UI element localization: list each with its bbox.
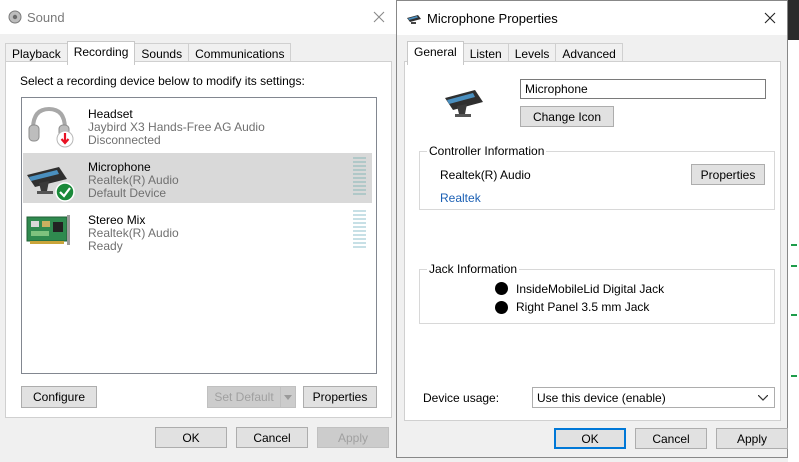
device-name: Headset <box>88 107 133 121</box>
level-meter <box>353 157 366 197</box>
level-meter <box>353 210 366 250</box>
apply-button[interactable]: Apply <box>317 427 389 448</box>
properties-button[interactable]: Properties <box>303 386 377 408</box>
microphone-large-icon <box>445 90 483 117</box>
cancel-button[interactable]: Cancel <box>236 427 308 448</box>
props-tabs: General Listen Levels Advanced <box>407 41 623 65</box>
jack-color-dot <box>495 301 508 314</box>
change-icon-button[interactable]: Change Icon <box>520 106 614 127</box>
tab-recording[interactable]: Recording <box>66 41 136 65</box>
tab-general[interactable]: General <box>407 41 464 65</box>
close-icon <box>373 11 385 23</box>
ok-button[interactable]: OK <box>155 427 227 448</box>
microphone-icon <box>407 15 421 24</box>
recording-device-list[interactable]: Headset Jaybird X3 Hands-Free AG Audio D… <box>21 97 377 374</box>
microphone-icon <box>27 167 75 202</box>
sound-titlebar: Sound <box>0 0 396 34</box>
chevron-down-icon <box>758 395 768 401</box>
device-driver: Realtek(R) Audio <box>88 173 179 187</box>
props-ok-button[interactable]: OK <box>554 428 626 449</box>
device-stereo-mix[interactable]: Stereo Mix Realtek(R) Audio Ready <box>23 206 372 256</box>
sound-window: Sound Playback Recording Sounds Communic… <box>0 0 396 462</box>
device-headset[interactable]: Headset Jaybird X3 Hands-Free AG Audio D… <box>23 100 372 150</box>
device-name-input[interactable]: Microphone <box>520 79 766 99</box>
jack-color-dot <box>495 282 508 295</box>
device-driver: Realtek(R) Audio <box>88 226 179 240</box>
chevron-down-icon <box>284 394 292 400</box>
controller-information-title: Controller Information <box>427 144 547 158</box>
speaker-icon <box>8 10 22 24</box>
props-apply-button[interactable]: Apply <box>716 428 788 449</box>
microphone-properties-window: Microphone Properties General Listen Lev… <box>396 0 788 458</box>
device-name: Stereo Mix <box>88 213 146 227</box>
recording-panel: Select a recording device below to modif… <box>5 61 392 418</box>
jack-item: InsideMobileLid Digital Jack <box>516 282 665 296</box>
controller-properties-button[interactable]: Properties <box>691 164 765 185</box>
controller-information-group: Controller Information Realtek(R) Audio … <box>419 144 775 210</box>
sound-close-button[interactable] <box>362 0 396 34</box>
sound-card-icon <box>26 215 70 245</box>
sound-window-title: Sound <box>27 10 65 25</box>
props-cancel-button[interactable]: Cancel <box>635 428 707 449</box>
props-close-button[interactable] <box>753 1 787 35</box>
jack-information-title: Jack Information <box>427 262 520 276</box>
set-default-dropdown[interactable] <box>280 386 296 408</box>
close-icon <box>764 12 776 24</box>
device-status: Ready <box>88 239 123 253</box>
set-default-button[interactable]: Set Default <box>207 386 281 408</box>
jack-item: Right Panel 3.5 mm Jack <box>516 300 650 314</box>
headset-icon <box>28 106 74 148</box>
device-microphone[interactable]: Microphone Realtek(R) Audio Default Devi… <box>23 153 372 203</box>
device-driver: Jaybird X3 Hands-Free AG Audio <box>88 120 265 134</box>
realtek-link[interactable]: Realtek <box>440 191 481 205</box>
configure-button[interactable]: Configure <box>21 386 97 408</box>
props-titlebar: Microphone Properties <box>397 1 787 35</box>
device-usage-select[interactable]: Use this device (enable) <box>532 387 775 408</box>
general-panel: Microphone Change Icon Controller Inform… <box>404 61 781 421</box>
controller-name: Realtek(R) Audio <box>440 168 531 182</box>
jack-information-group: Jack Information InsideMobileLid Digital… <box>419 262 775 324</box>
device-usage-label: Device usage: <box>423 391 500 405</box>
background-window-edge <box>788 0 799 462</box>
props-window-title: Microphone Properties <box>427 11 558 26</box>
recording-instruction: Select a recording device below to modif… <box>20 74 305 88</box>
device-usage-value: Use this device (enable) <box>537 391 666 405</box>
sound-tabs: Playback Recording Sounds Communications <box>5 41 292 65</box>
device-name: Microphone <box>88 160 151 174</box>
device-status: Default Device <box>88 186 167 200</box>
device-status: Disconnected <box>88 133 161 147</box>
